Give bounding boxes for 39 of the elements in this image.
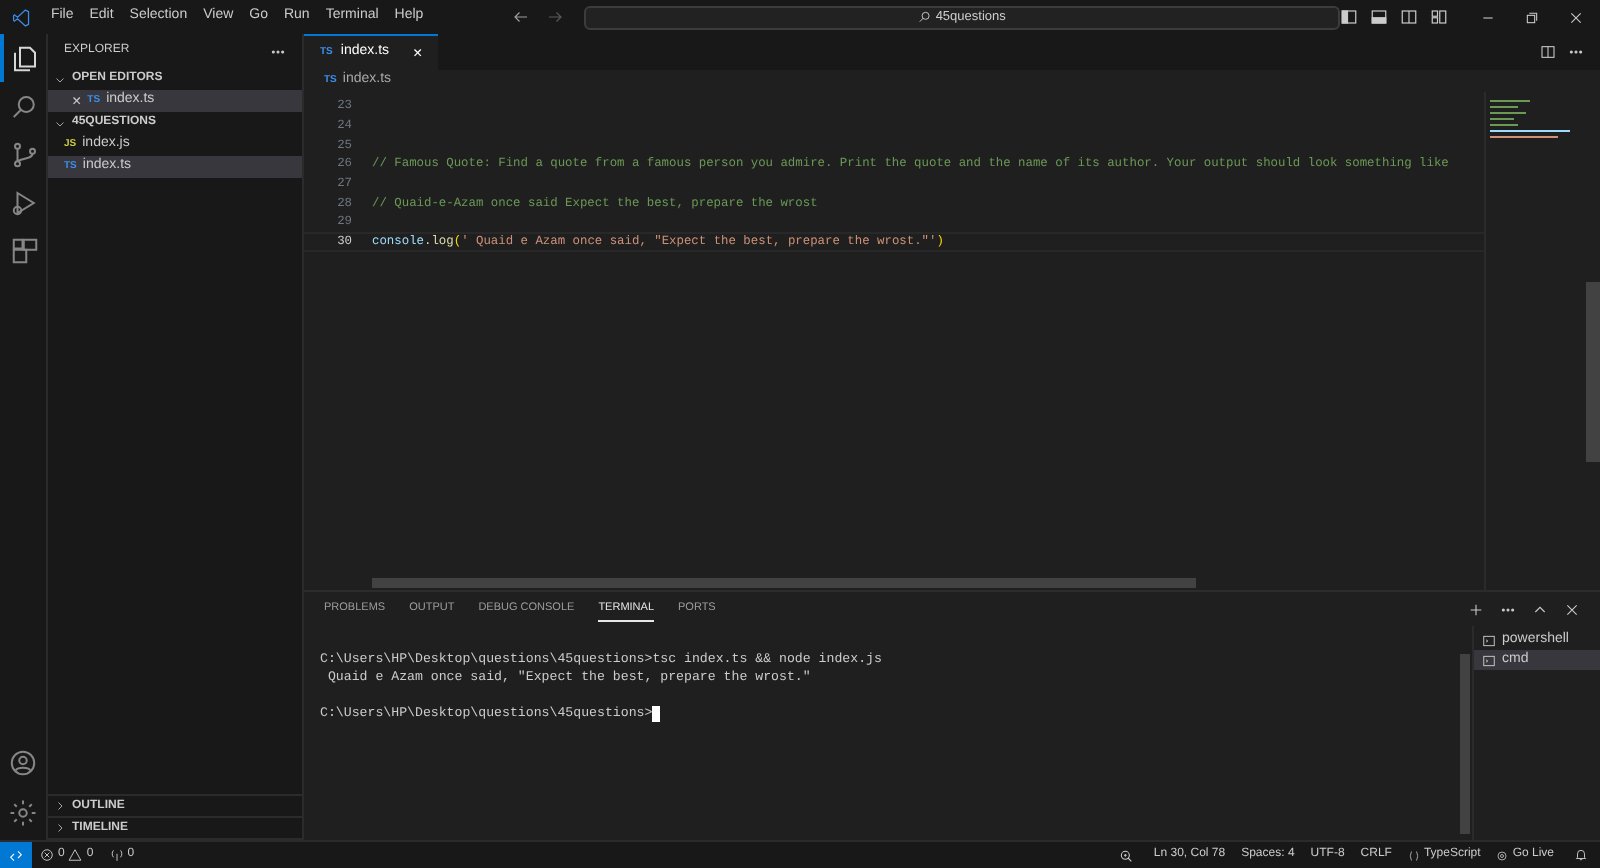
sidebar-toggle-icon — [1340, 8, 1358, 26]
plus-icon — [1468, 601, 1484, 617]
app-logo-icon — [12, 7, 31, 27]
remote-icon — [8, 847, 24, 863]
close-icon — [1564, 601, 1580, 617]
scrollbar[interactable] — [372, 578, 1196, 588]
braces-icon — [1407, 849, 1420, 861]
files-icon — [10, 43, 40, 73]
broadcast-icon — [1496, 849, 1509, 861]
settings-icon — [8, 798, 38, 828]
branch-icon — [10, 139, 40, 169]
split-editor-icon — [1540, 44, 1556, 60]
back-arrow-icon — [511, 8, 530, 26]
restore-icon — [1524, 9, 1540, 25]
more-icon — [1568, 44, 1584, 60]
terminal-icon — [1482, 653, 1496, 667]
antenna-icon — [109, 848, 124, 862]
chevron-down-icon — [54, 117, 66, 129]
blocks-icon — [10, 235, 40, 265]
play-bug-icon — [10, 187, 40, 217]
scrollbar[interactable] — [1460, 654, 1470, 834]
scrollbar[interactable] — [1586, 282, 1600, 462]
forward-arrow-icon — [545, 8, 564, 26]
bell-icon — [1574, 848, 1588, 862]
search-icon — [10, 91, 40, 121]
search-icon — [917, 10, 932, 24]
terminal-icon — [1482, 633, 1496, 647]
maximize-icon — [1532, 601, 1548, 617]
close-icon — [1568, 9, 1584, 25]
chevron-down-icon — [54, 73, 66, 85]
zoom-icon — [1117, 847, 1134, 863]
layout-grid-icon — [1430, 8, 1448, 26]
error-icon — [40, 848, 54, 862]
split-layout-icon — [1400, 8, 1418, 26]
account-icon — [8, 748, 38, 778]
remote-button[interactable] — [0, 841, 32, 868]
warning-icon — [68, 848, 83, 862]
panel-toggle-icon — [1370, 8, 1388, 26]
cursor — [652, 705, 661, 721]
